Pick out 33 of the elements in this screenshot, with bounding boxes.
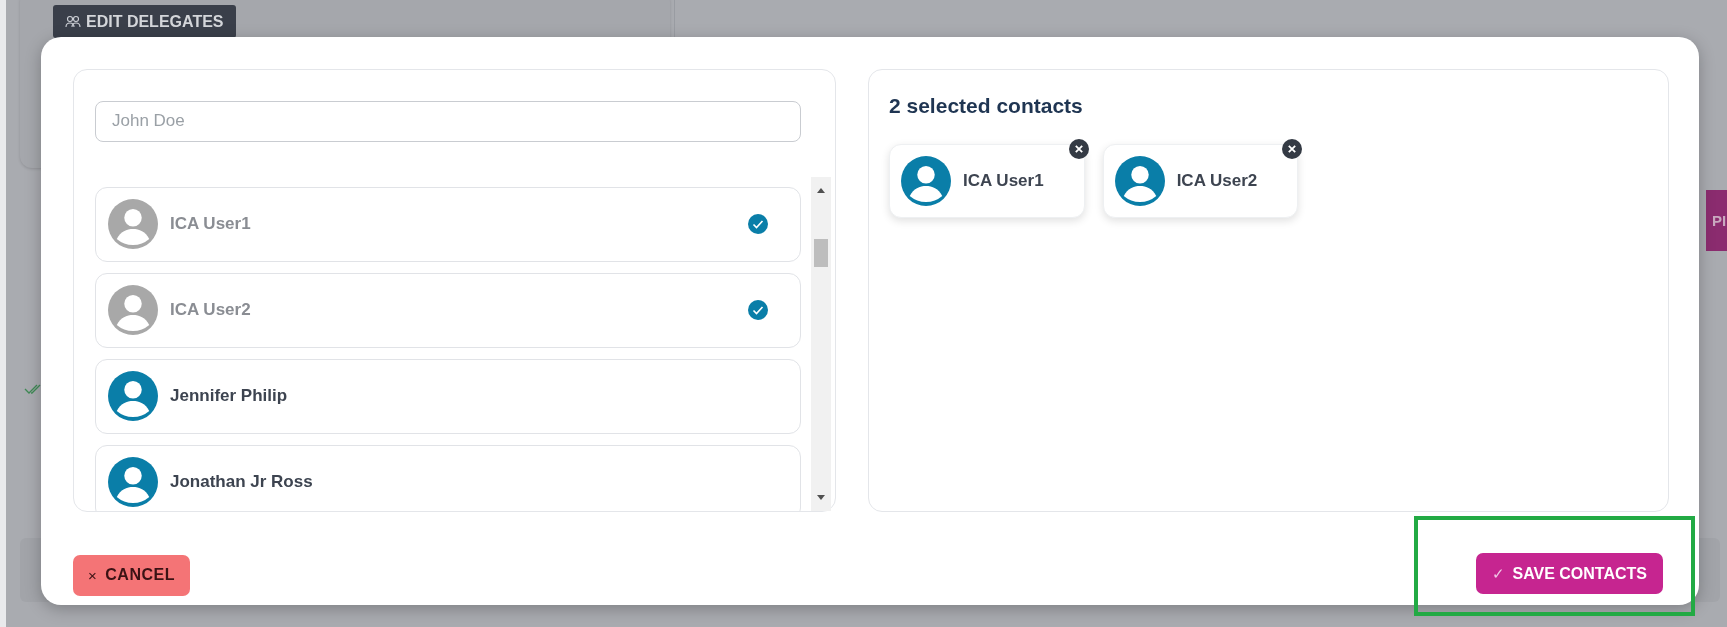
remove-icon[interactable] bbox=[1068, 139, 1089, 159]
user-avatar-icon bbox=[108, 285, 158, 336]
contact-item[interactable]: ICA User1 bbox=[95, 186, 801, 262]
contact-item[interactable]: ICA User2 bbox=[95, 272, 801, 348]
save-contacts-button[interactable]: ✓ SAVE CONTACTS bbox=[1476, 553, 1663, 594]
scroll-thumb[interactable] bbox=[814, 238, 828, 267]
contact-name: ICA User2 bbox=[1176, 171, 1258, 191]
edit-delegates-button[interactable]: EDIT DELEGATES bbox=[53, 5, 236, 38]
user-avatar-icon bbox=[108, 457, 158, 508]
contact-name: ICA User1 bbox=[963, 171, 1044, 191]
search-field[interactable]: John Doe bbox=[95, 101, 801, 142]
contact-name: ICA User1 bbox=[170, 214, 252, 235]
cancel-button[interactable]: × CANCEL bbox=[73, 554, 190, 596]
contact-name: Jennifer Philip bbox=[170, 386, 289, 407]
check-icon bbox=[748, 214, 768, 235]
contact-item[interactable]: Jonathan Jr Ross bbox=[95, 444, 801, 511]
people-icon bbox=[65, 14, 81, 29]
scroll-down-icon[interactable] bbox=[816, 495, 826, 501]
check-icon: ✓ bbox=[1492, 564, 1506, 583]
user-avatar-icon bbox=[901, 156, 951, 206]
side-button[interactable]: PI bbox=[1706, 190, 1727, 251]
user-avatar-icon bbox=[1114, 156, 1165, 206]
contact-item[interactable]: Jennifer Philip bbox=[95, 358, 801, 434]
selected-count-title: 2 selected contacts bbox=[889, 94, 1084, 118]
contact-name: ICA User2 bbox=[170, 300, 252, 321]
contact-name: Jonathan Jr Ross bbox=[170, 472, 314, 493]
scrollbar[interactable] bbox=[811, 176, 831, 511]
user-avatar-icon bbox=[108, 199, 158, 250]
close-icon: × bbox=[88, 566, 98, 584]
remove-icon[interactable] bbox=[1282, 139, 1303, 159]
check-icon bbox=[748, 300, 768, 321]
scroll-up-icon[interactable] bbox=[816, 186, 826, 193]
user-avatar-icon bbox=[108, 371, 158, 422]
